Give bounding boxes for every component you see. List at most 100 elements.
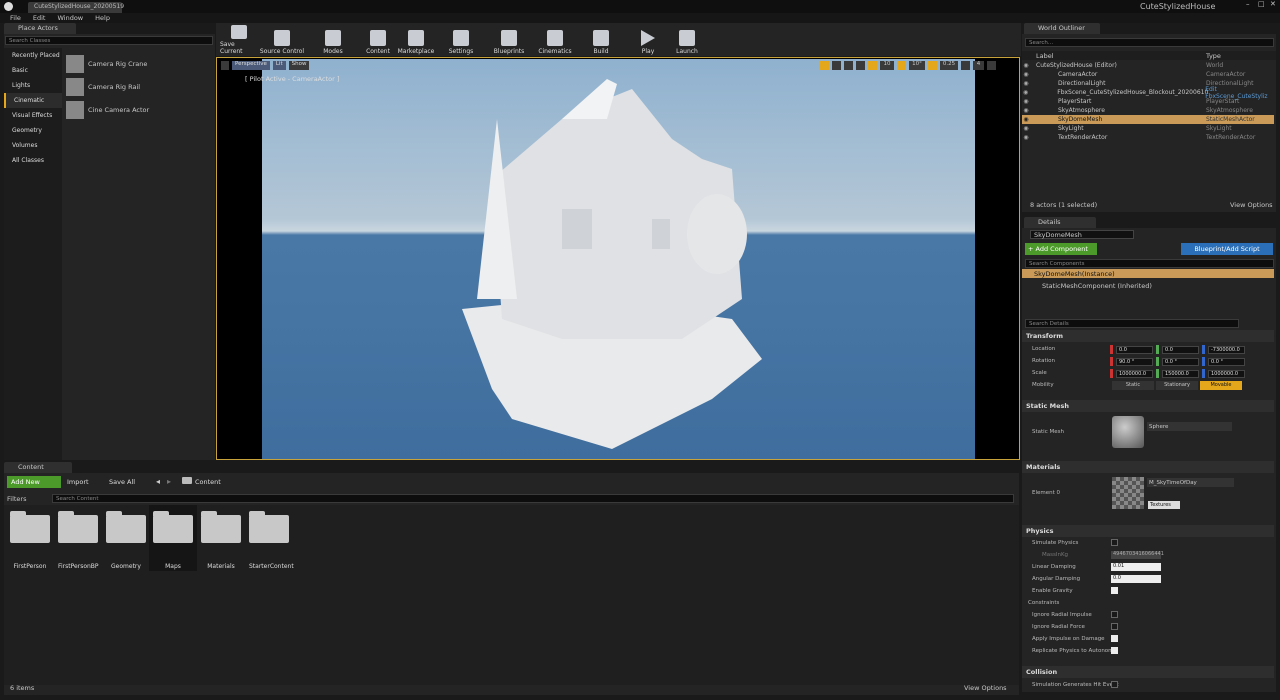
table-row[interactable]: ◉ CameraActor CameraActor	[1022, 70, 1274, 79]
actor-item[interactable]: Camera Rig Rail	[66, 75, 149, 98]
settings-button[interactable]: Settings	[436, 25, 486, 55]
component-instance[interactable]: SkyDomeMesh(Instance)	[1022, 269, 1274, 278]
visibility-icon[interactable]: ◉	[1022, 107, 1030, 114]
ignore-radial-force-checkbox[interactable]	[1111, 623, 1118, 630]
visibility-icon[interactable]: ◉	[1022, 89, 1029, 96]
build-button[interactable]: Build	[578, 25, 624, 55]
add-new-button[interactable]: Add New	[7, 476, 61, 488]
angular-damping-input[interactable]: 0.0	[1111, 575, 1161, 583]
rotation-snap-icon[interactable]	[897, 61, 906, 70]
outliner-view-options[interactable]: View Options	[1230, 201, 1273, 209]
table-row[interactable]: ◉ CuteStylizedHouse (Editor) World	[1022, 61, 1274, 70]
menu-help[interactable]: Help	[95, 14, 110, 22]
project-tab[interactable]: CuteStylizedHouse_20200519	[28, 2, 124, 13]
translate-icon[interactable]	[820, 61, 829, 70]
perspective-button[interactable]: Perspective	[232, 61, 270, 70]
hit-event-checkbox[interactable]	[1111, 681, 1118, 688]
label-column-header[interactable]: Label	[1022, 52, 1206, 60]
lit-button[interactable]: Lit	[272, 61, 286, 70]
minimize-icon[interactable]: –	[1246, 0, 1250, 8]
level-viewport[interactable]: Perspective Lit Show [ Pilot Active - Ca…	[216, 57, 1020, 460]
enable-gravity-checkbox[interactable]	[1111, 587, 1118, 594]
blueprints-button[interactable]: Blueprints	[486, 25, 532, 55]
static-mesh-section[interactable]: Static Mesh	[1022, 400, 1274, 412]
marketplace-button[interactable]: Marketplace	[396, 25, 436, 55]
actor-item[interactable]: Camera Rig Crane	[66, 52, 149, 75]
physics-section[interactable]: Physics	[1022, 525, 1274, 537]
content-search-input[interactable]: Search Content	[52, 494, 1014, 503]
visibility-icon[interactable]: ◉	[1022, 62, 1030, 69]
folder-firstpersonbp[interactable]: FirstPersonBP	[58, 511, 99, 570]
viewport-menu-icon[interactable]	[221, 61, 229, 70]
filters-button[interactable]: Filters	[7, 494, 26, 503]
folder-startercontent[interactable]: StarterContent	[249, 511, 294, 570]
menu-window[interactable]: Window	[57, 14, 83, 22]
visibility-icon[interactable]: ◉	[1022, 125, 1030, 132]
category-volumes[interactable]: Volumes	[4, 138, 62, 153]
material-dropdown[interactable]: M_SkyTimeOfDay	[1147, 478, 1234, 487]
folder-maps[interactable]: Maps	[149, 505, 197, 571]
content-view-options[interactable]: View Options	[964, 684, 1007, 692]
menu-edit[interactable]: Edit	[33, 14, 46, 22]
show-button[interactable]: Show	[288, 61, 310, 70]
visibility-icon[interactable]: ◉	[1022, 80, 1030, 87]
mobility-static[interactable]: Static	[1112, 381, 1154, 390]
simulate-physics-checkbox[interactable]	[1111, 539, 1118, 546]
rotate-icon[interactable]	[832, 61, 841, 70]
place-actors-tab[interactable]: Place Actors	[4, 23, 76, 34]
rotation-x-input[interactable]: 90.0 °	[1116, 357, 1153, 366]
sphere-thumbnail[interactable]	[1112, 416, 1144, 448]
world-icon[interactable]	[856, 61, 865, 70]
category-geometry[interactable]: Geometry	[4, 123, 62, 138]
table-row[interactable]: ◉ SkyLight SkyLight	[1022, 124, 1274, 133]
add-component-button[interactable]: + Add Component	[1025, 243, 1097, 255]
category-all-classes[interactable]: All Classes	[4, 153, 62, 168]
apply-impulse-checkbox[interactable]	[1111, 635, 1118, 642]
scale-snap-icon[interactable]	[928, 61, 937, 70]
close-icon[interactable]: ✕	[1270, 0, 1276, 8]
outliner-search-input[interactable]: Search...	[1025, 38, 1274, 47]
scale-size[interactable]: 0.25	[940, 61, 958, 70]
blueprint-add-script-button[interactable]: Blueprint/Add Script	[1181, 243, 1273, 255]
search-classes-input[interactable]: Search Classes	[5, 36, 213, 45]
linear-damping-input[interactable]: 0.01	[1111, 563, 1161, 571]
forward-icon[interactable]: ▸	[167, 477, 171, 486]
rotation-z-input[interactable]: 0.0 °	[1208, 357, 1245, 366]
search-details-input[interactable]: Search Details	[1025, 319, 1239, 328]
visibility-icon[interactable]: ◉	[1022, 98, 1030, 105]
location-x-input[interactable]: 0.0	[1116, 345, 1153, 354]
folder-geometry[interactable]: Geometry	[106, 511, 146, 570]
source-control-button[interactable]: Source Control	[258, 25, 306, 55]
scale-icon[interactable]	[844, 61, 853, 70]
rotation-size[interactable]: 10°	[909, 61, 925, 70]
location-y-input[interactable]: 0.0	[1162, 345, 1199, 354]
transform-section[interactable]: Transform	[1022, 330, 1274, 342]
material-thumbnail[interactable]	[1112, 477, 1144, 509]
category-cinematic[interactable]: Cinematic	[4, 93, 62, 108]
collision-section[interactable]: Collision	[1022, 666, 1274, 678]
table-row[interactable]: ◉ FbxScene_CuteStylizedHouse_Blockout_202…	[1022, 86, 1274, 100]
table-row[interactable]: ◉ PlayerStart PlayerStart	[1022, 97, 1274, 106]
details-tab[interactable]: Details	[1024, 217, 1096, 228]
world-outliner-tab[interactable]: World Outliner	[1024, 23, 1100, 34]
table-row[interactable]: ◉ SkyAtmosphere SkyAtmosphere	[1022, 106, 1274, 115]
save-current-button[interactable]: Save Current	[220, 24, 258, 55]
import-button[interactable]: Import	[67, 478, 89, 486]
content-button[interactable]: Content	[360, 25, 396, 55]
table-row-selected[interactable]: ◉ SkyDomeMesh StaticMeshActor	[1022, 115, 1274, 124]
static-mesh-dropdown[interactable]: Sphere	[1147, 422, 1232, 431]
actor-item[interactable]: Cine Camera Actor	[66, 98, 149, 121]
visibility-icon[interactable]: ◉	[1022, 116, 1030, 123]
static-mesh-component[interactable]: StaticMeshComponent (Inherited)	[1042, 282, 1152, 290]
category-recently-placed[interactable]: Recently Placed	[4, 48, 62, 63]
location-z-input[interactable]: -7300000.0	[1208, 345, 1245, 354]
replicate-physics-checkbox[interactable]	[1111, 647, 1118, 654]
mobility-movable[interactable]: Movable	[1200, 381, 1242, 390]
maximize-viewport-icon[interactable]	[987, 61, 996, 70]
cinematics-button[interactable]: Cinematics	[532, 25, 578, 55]
modes-button[interactable]: Modes	[306, 25, 360, 55]
table-row[interactable]: ◉ TextRenderActor TextRenderActor	[1022, 133, 1274, 142]
folder-materials[interactable]: Materials	[201, 511, 241, 570]
back-icon[interactable]: ◂	[156, 477, 160, 486]
content-browser-tab[interactable]: Content Browser	[4, 462, 72, 482]
